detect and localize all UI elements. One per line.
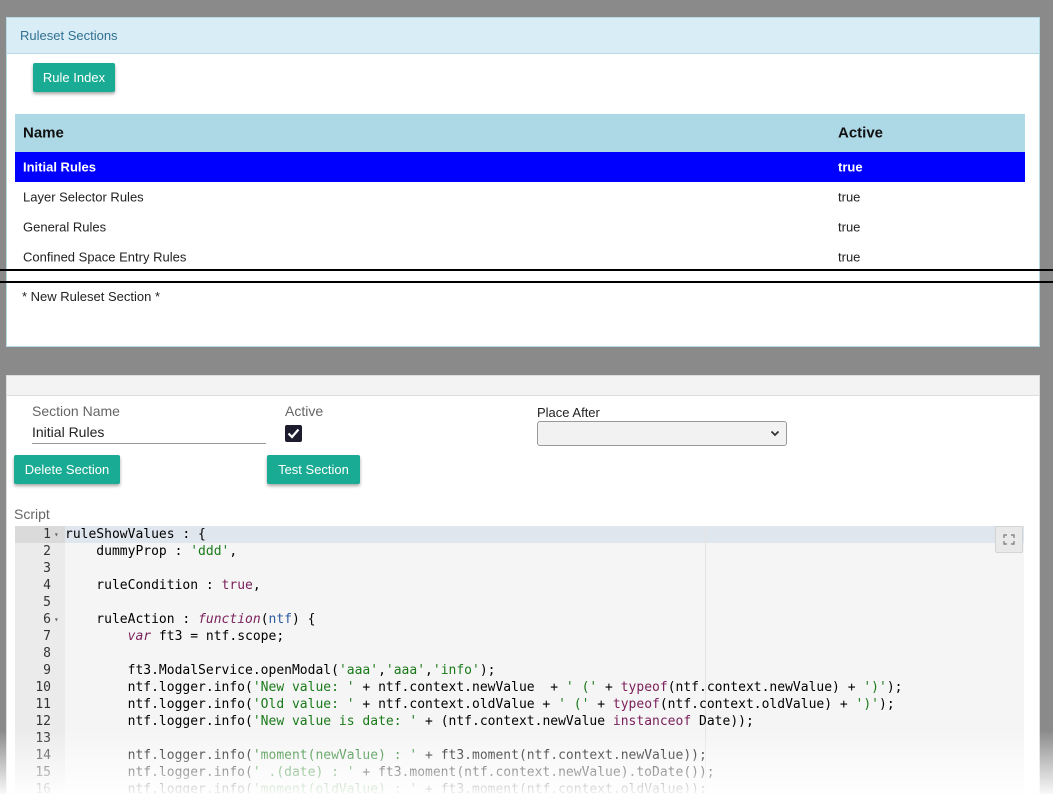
- line-number: 6: [43, 612, 51, 627]
- code-line[interactable]: var ft3 = ntf.scope;: [65, 628, 285, 645]
- row-active: true: [838, 189, 861, 205]
- code-line[interactable]: ntf.logger.info('Old value: ' + ntf.cont…: [65, 696, 895, 713]
- ruleset-table: Name Active Initial Rules true Layer Sel…: [15, 114, 1025, 272]
- script-editor[interactable]: 1 ▾ ruleShowValues : {2 dummyProp : 'ddd',…: [15, 526, 1024, 794]
- rule-index-button[interactable]: Rule Index: [33, 63, 115, 92]
- check-icon: [287, 428, 300, 439]
- delete-section-button[interactable]: Delete Section: [14, 455, 120, 484]
- panel-title: Ruleset Sections: [7, 18, 1039, 54]
- code-line[interactable]: ntf.logger.info('moment(newValue) : ' + …: [65, 747, 707, 764]
- line-number: 1: [43, 527, 51, 542]
- code-line[interactable]: ntf.logger.info('moment(oldValue) : ' + …: [65, 781, 707, 793]
- table-row[interactable]: General Rules true: [15, 212, 1025, 242]
- row-active: true: [838, 159, 863, 175]
- table-row[interactable]: Confined Space Entry Rules true: [15, 242, 1025, 272]
- fullscreen-icon: [1003, 534, 1015, 545]
- fold-toggle-icon[interactable]: ▾: [54, 526, 59, 543]
- line-number: 2: [43, 544, 51, 559]
- place-after-label: Place After: [537, 405, 600, 420]
- line-number: 8: [43, 646, 51, 661]
- fold-toggle-icon[interactable]: ▾: [54, 611, 59, 628]
- code-line[interactable]: dummyProp : 'ddd',: [65, 543, 237, 560]
- fullscreen-button[interactable]: [995, 526, 1023, 553]
- line-number: 5: [43, 595, 51, 610]
- code-line[interactable]: ntf.logger.info('New value is date: ' + …: [65, 713, 754, 730]
- row-name: Initial Rules: [23, 159, 96, 175]
- code-line[interactable]: ruleAction : function(ntf) {: [65, 611, 315, 628]
- line-number: 9: [43, 663, 51, 678]
- panel-header-bar: [7, 376, 1039, 396]
- row-name: Confined Space Entry Rules: [23, 249, 187, 265]
- line-number: 15: [35, 765, 51, 780]
- line-number: 3: [43, 561, 51, 576]
- section-name-label: Section Name: [32, 403, 120, 419]
- place-after-select[interactable]: [537, 421, 787, 446]
- line-number: 13: [35, 731, 51, 746]
- code-line[interactable]: ntf.logger.info(' .(date) : ' + ft3.mome…: [65, 764, 715, 781]
- row-active: true: [838, 249, 861, 265]
- line-number: 14: [35, 748, 51, 763]
- active-label: Active: [285, 403, 324, 419]
- script-label: Script: [14, 506, 50, 522]
- active-checkbox[interactable]: [285, 425, 302, 442]
- section-editor-panel: Section Name Active Place After Delete S…: [6, 375, 1040, 794]
- line-number: 16: [35, 782, 51, 794]
- ruleset-sections-panel: Ruleset Sections Rule Index Name Active …: [6, 17, 1040, 347]
- code-line[interactable]: ntf.logger.info('New value: ' + ntf.cont…: [65, 679, 903, 696]
- code-line[interactable]: ruleShowValues : {: [65, 526, 206, 543]
- splitter-line-bottom[interactable]: [0, 281, 1053, 283]
- line-number: 7: [43, 629, 51, 644]
- column-header-active[interactable]: Active: [838, 125, 883, 142]
- line-number: 11: [35, 697, 51, 712]
- line-number: 12: [35, 714, 51, 729]
- line-number: 4: [43, 578, 51, 593]
- splitter-line-top[interactable]: [0, 269, 1053, 271]
- code-line[interactable]: ruleCondition : true,: [65, 577, 260, 594]
- section-name-input[interactable]: [32, 421, 266, 444]
- row-name: Layer Selector Rules: [23, 189, 144, 205]
- table-row[interactable]: Layer Selector Rules true: [15, 182, 1025, 212]
- row-active: true: [838, 219, 861, 235]
- table-row[interactable]: Initial Rules true: [15, 152, 1025, 182]
- new-ruleset-section-item[interactable]: * New Ruleset Section *: [22, 289, 160, 304]
- table-header: Name Active: [15, 114, 1025, 152]
- code-line[interactable]: ft3.ModalService.openModal('aaa','aaa','…: [65, 662, 496, 679]
- row-name: General Rules: [23, 219, 107, 235]
- column-header-name[interactable]: Name: [23, 125, 64, 142]
- line-number: 10: [35, 680, 51, 695]
- chevron-down-icon: [770, 430, 780, 437]
- test-section-button[interactable]: Test Section: [267, 455, 360, 484]
